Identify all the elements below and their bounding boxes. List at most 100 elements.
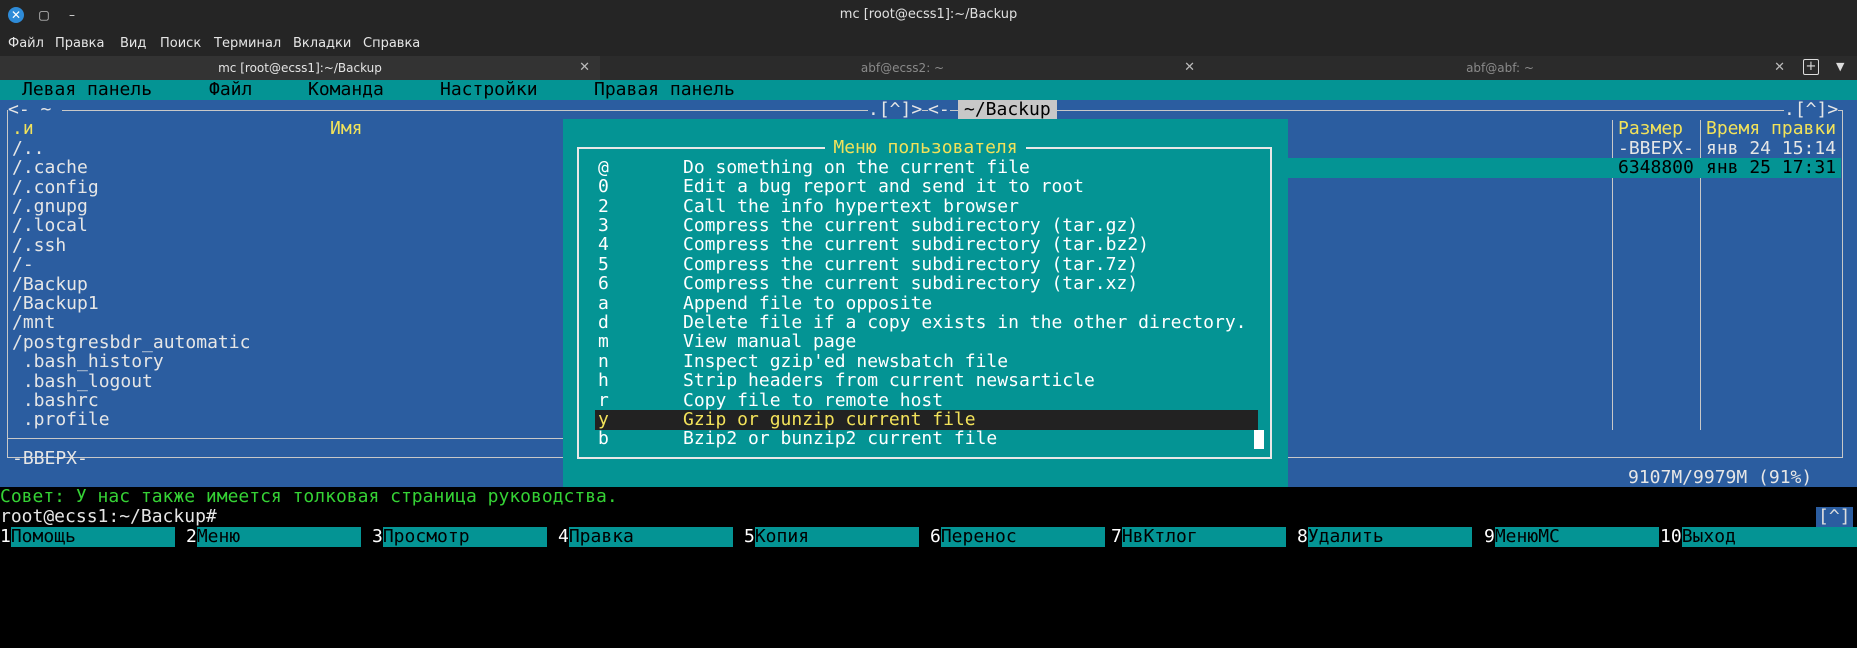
user-menu-item[interactable]: 6 Compress the current subdirectory (tar.… (595, 274, 1258, 294)
left-entry[interactable]: /.cache (12, 158, 88, 178)
fkey-view[interactable]: 3Просмотр (372, 526, 547, 547)
user-menu-item[interactable]: b Bzip2 or bunzip2 current file (595, 429, 1258, 449)
left-col-sort[interactable]: .и (12, 119, 34, 139)
left-entry[interactable]: .bashrc (12, 391, 99, 411)
window-titlebar: ✕ ▢ – mc [root@ecss1]:~/Backup (0, 0, 1857, 30)
left-col-name[interactable]: Имя (330, 119, 363, 139)
mc-menu-left-panel[interactable]: Левая панель (22, 79, 152, 100)
close-tab-icon[interactable]: ✕ (579, 56, 590, 80)
window-title: mc [root@ecss1]:~/Backup (839, 7, 1018, 22)
right-panel-path[interactable]: ~/Backup (958, 100, 1057, 120)
menu-item-label: Append file to opposite (683, 293, 933, 314)
left-entry[interactable]: /- (12, 255, 34, 275)
right-panel-top-border (930, 110, 1842, 111)
user-menu-item[interactable]: n Inspect gzip'ed newsbatch file (595, 352, 1258, 372)
user-menu-item[interactable]: r Copy file to remote host (595, 391, 1258, 411)
user-menu-item[interactable]: @ Do something on the current file (595, 158, 1258, 178)
left-entry[interactable]: .profile (12, 410, 110, 430)
mc-menu-options[interactable]: Настройки (440, 79, 538, 100)
new-tab-icon[interactable]: + (1803, 59, 1819, 75)
left-panel-history-arrow[interactable]: <- ~ (8, 100, 63, 120)
menu-item-label: Compress the current subdirectory (tar.x… (683, 273, 1139, 294)
menu-view[interactable]: Вид (120, 36, 146, 51)
tab-abf-abf[interactable]: abf@abf: ~ ✕ (1205, 56, 1795, 80)
fkey-help[interactable]: 1Помощь (0, 526, 175, 547)
user-menu-item-selected[interactable]: y Gzip or gunzip current file (595, 410, 1258, 430)
tabs-dropdown-icon[interactable]: ▼ (1836, 60, 1844, 73)
menu-item-key: @ (598, 157, 609, 178)
right-row-time[interactable]: янв 25 17:31 (1706, 158, 1836, 178)
menu-item-label: Strip headers from current newsarticle (683, 370, 1095, 391)
menu-file[interactable]: Файл (8, 36, 44, 51)
fkey-menu[interactable]: 2Меню (186, 526, 361, 547)
left-entry[interactable]: /Backup (12, 275, 88, 295)
terminal-menubar: Файл Правка Вид Поиск Терминал Вкладки С… (0, 30, 1857, 56)
menu-item-key: h (598, 370, 609, 391)
menu-item-label: Copy file to remote host (683, 390, 944, 411)
dialog-scrollbar-thumb[interactable] (1254, 430, 1264, 449)
tab-abf-ecss2[interactable]: abf@ecss2: ~ ✕ (600, 56, 1205, 80)
user-menu-item[interactable]: 2 Call the info hypertext browser (595, 197, 1258, 217)
fkey-edit[interactable]: 4Правка (558, 526, 733, 547)
fkey-mc-menu[interactable]: 9МенюMC (1484, 526, 1659, 547)
left-panel-corner-controls[interactable]: .[^]> (868, 100, 923, 120)
user-menu-item[interactable]: m View manual page (595, 332, 1258, 352)
menu-help[interactable]: Справка (363, 36, 420, 51)
mc-menu-command[interactable]: Команда (308, 79, 384, 100)
right-panel-corner-controls[interactable]: .[^]> (1784, 100, 1839, 120)
fkey-move[interactable]: 6Перенос (930, 526, 1105, 547)
mc-menu-file[interactable]: Файл (209, 79, 252, 100)
left-entry[interactable]: /.config (12, 178, 99, 198)
left-entry[interactable]: .bash_logout (12, 372, 153, 392)
tab-bar: mc [root@ecss1]:~/Backup ✕ abf@ecss2: ~ … (0, 56, 1857, 80)
menu-item-label: Bzip2 or bunzip2 current file (683, 428, 998, 449)
menu-item-key: n (598, 351, 609, 372)
mc-menu-right-panel[interactable]: Правая панель (594, 79, 735, 100)
tab-label: abf@abf: ~ (1466, 61, 1534, 75)
left-entry[interactable]: /Backup1 (12, 294, 99, 314)
tab-label: mc [root@ecss1]:~/Backup (218, 61, 382, 75)
user-menu-item[interactable]: 4 Compress the current subdirectory (tar.… (595, 235, 1258, 255)
user-menu-item[interactable]: a Append file to opposite (595, 294, 1258, 314)
fkey-delete[interactable]: 8Удалить (1297, 526, 1472, 547)
shell-prompt[interactable]: root@ecss1:~/Backup# (0, 507, 217, 527)
close-tab-icon[interactable]: ✕ (1774, 56, 1785, 80)
mc-menubar: Левая панель Файл Команда Настройки Прав… (0, 79, 1857, 100)
user-menu-item[interactable]: h Strip headers from current newsarticle (595, 371, 1258, 391)
right-col-size[interactable]: Размер (1618, 119, 1683, 139)
right-row-time[interactable]: янв 24 15:14 (1706, 139, 1836, 159)
left-entry[interactable]: /.local (12, 216, 88, 236)
terminal-area[interactable]: Левая панель Файл Команда Настройки Прав… (0, 79, 1857, 648)
menu-terminal[interactable]: Терминал (214, 36, 281, 51)
menu-item-key: 0 (598, 176, 609, 197)
left-entry[interactable]: .bash_history (12, 352, 164, 372)
menu-tabs[interactable]: Вкладки (293, 36, 351, 51)
right-panel-history-arrow[interactable]: <- (928, 100, 950, 120)
panel-toggle-marker[interactable]: [^] (1816, 507, 1853, 527)
menu-item-label: Do something on the current file (683, 157, 1030, 178)
right-row-size[interactable]: -ВВЕРХ- (1618, 139, 1694, 159)
tab-mc-root[interactable]: mc [root@ecss1]:~/Backup ✕ (0, 56, 600, 80)
menu-item-key: 6 (598, 273, 609, 294)
user-menu-dialog: Меню пользователя @ Do something on the c… (563, 119, 1288, 487)
close-tab-icon[interactable]: ✕ (1184, 56, 1195, 80)
right-row-size[interactable]: 6348800 (1618, 158, 1694, 178)
left-entry[interactable]: /mnt (12, 313, 55, 333)
fkey-mkdir[interactable]: 7НвКтлог (1111, 526, 1286, 547)
left-entry[interactable]: /.. (12, 139, 45, 159)
user-menu-item[interactable]: 3 Compress the current subdirectory (tar.… (595, 216, 1258, 236)
user-menu-item[interactable]: 0 Edit a bug report and send it to root (595, 177, 1258, 197)
user-menu-item[interactable]: d Delete file if a copy exists in the oth… (595, 313, 1258, 333)
menu-search[interactable]: Поиск (160, 36, 201, 51)
user-menu-item[interactable]: 5 Compress the current subdirectory (tar.… (595, 255, 1258, 275)
fkey-exit[interactable]: 10Выход (1660, 526, 1857, 547)
left-entry[interactable]: /.ssh (12, 236, 66, 256)
right-col-time[interactable]: Время правки (1706, 119, 1836, 139)
menu-edit[interactable]: Правка (55, 36, 104, 51)
menu-item-key: d (598, 312, 609, 333)
left-panel-status: -ВВЕРХ- (12, 448, 88, 469)
left-entry[interactable]: /postgresbdr_automatic (12, 333, 250, 353)
tab-label: abf@ecss2: ~ (860, 61, 945, 75)
left-entry[interactable]: /.gnupg (12, 197, 88, 217)
fkey-copy[interactable]: 5Копия (744, 526, 919, 547)
